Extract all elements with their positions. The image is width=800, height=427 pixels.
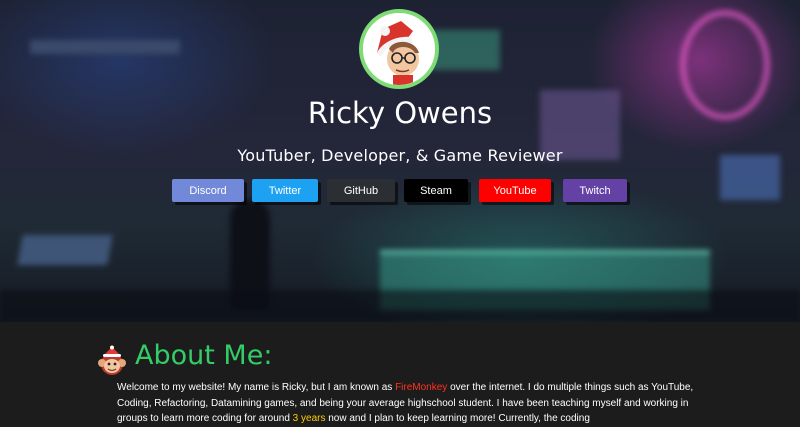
profile-tagline: YouTuber, Developer, & Game Reviewer <box>237 146 563 165</box>
steam-link[interactable]: Steam <box>404 179 468 202</box>
avatar <box>359 9 439 89</box>
github-link[interactable]: GitHub <box>327 179 395 202</box>
youtube-link[interactable]: YouTube <box>479 179 551 202</box>
about-text-part: now and I plan to keep learning more! Cu… <box>325 413 590 424</box>
years-highlight: 3 years <box>292 413 326 424</box>
about-paragraph: Welcome to my website! My name is Ricky,… <box>117 380 697 427</box>
monkey-santa-icon <box>98 345 126 375</box>
about-heading: About Me: <box>135 340 273 371</box>
profile-name: Ricky Owens <box>307 96 493 130</box>
avatar-santa-icon <box>363 13 435 85</box>
discord-link[interactable]: Discord <box>172 179 244 202</box>
about-text-part: Welcome to my website! My name is Ricky,… <box>117 382 396 393</box>
background-floor <box>0 290 800 322</box>
background-table <box>17 235 113 265</box>
twitter-link[interactable]: Twitter <box>252 179 318 202</box>
background-sign <box>430 30 500 70</box>
background-shelf <box>30 40 180 54</box>
alias-highlight: FireMonkey <box>395 382 448 393</box>
twitch-link[interactable]: Twitch <box>563 179 627 202</box>
